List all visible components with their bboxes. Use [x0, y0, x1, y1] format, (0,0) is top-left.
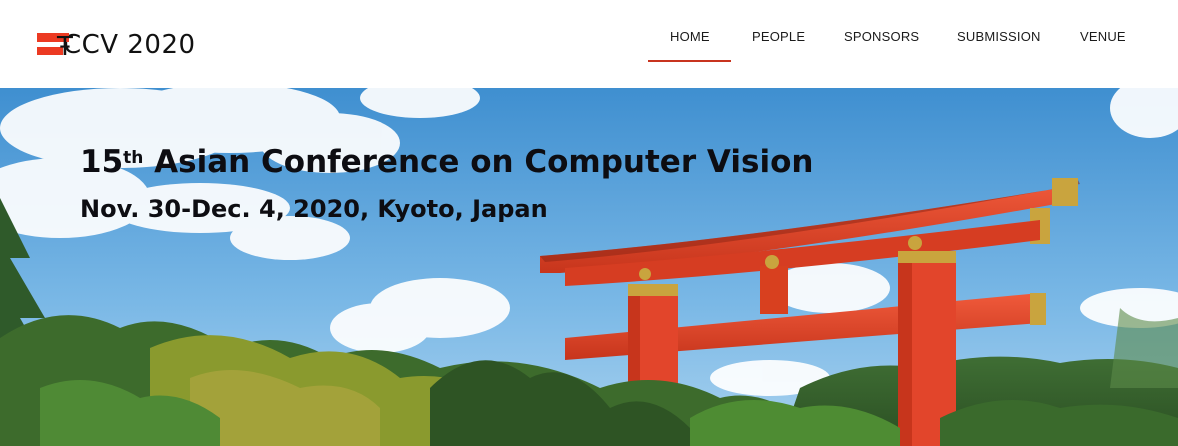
nav-item-submission[interactable]: SUBMISSION: [957, 29, 1041, 44]
logo-mark-icon: Ŧ: [37, 31, 73, 60]
nav-item-venue[interactable]: VENUE: [1080, 29, 1126, 44]
nav-item-sponsors[interactable]: SPONSORS: [844, 29, 919, 44]
hero-title-text: Asian Conference on Computer Vision: [143, 144, 814, 180]
page: Ŧ CCV 2020 HOME PEOPLE SPONSORS SUBMISSI…: [0, 0, 1178, 446]
nav-item-people[interactable]: PEOPLE: [752, 29, 805, 44]
nav-active-indicator: [648, 60, 731, 62]
site-logo[interactable]: Ŧ CCV 2020: [37, 30, 196, 60]
hero-banner: 15th Asian Conference on Computer Vision…: [0, 88, 1178, 446]
hero-title-suffix: th: [123, 148, 144, 168]
hero-image: [0, 88, 1178, 446]
hero-title-number: 15: [80, 144, 124, 180]
site-header: Ŧ CCV 2020 HOME PEOPLE SPONSORS SUBMISSI…: [0, 0, 1178, 88]
hero-title: 15th Asian Conference on Computer Vision: [80, 144, 813, 180]
logo-mark-glyph: Ŧ: [57, 32, 73, 62]
nav-item-home[interactable]: HOME: [670, 29, 710, 44]
logo-text: CCV 2020: [63, 30, 196, 60]
hero-subtitle: Nov. 30-Dec. 4, 2020, Kyoto, Japan: [80, 195, 548, 223]
